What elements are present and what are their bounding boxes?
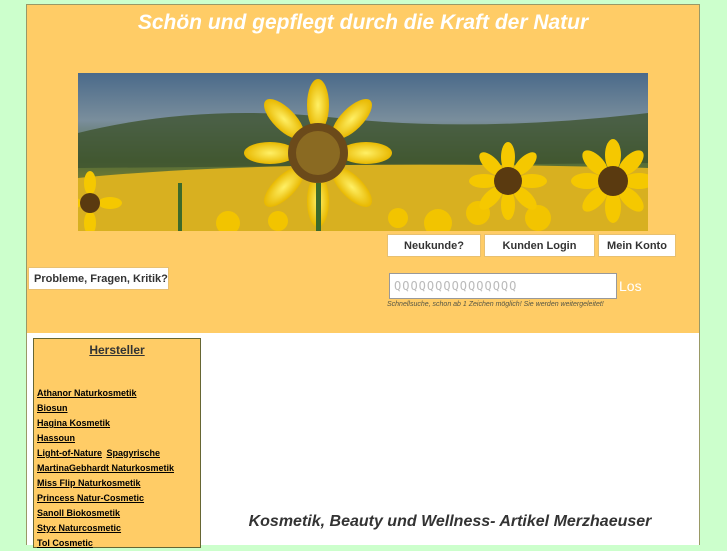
sunflower-banner [78,73,648,231]
brand-link[interactable]: Princess Natur-Cosmetic [37,493,144,503]
feedback-button[interactable]: Probleme, Fragen, Kritik? [28,267,169,290]
brand-link[interactable]: Styx Naturcosmetic [37,523,121,533]
brand-link[interactable]: Sanoll Biokosmetik [37,508,120,518]
search-go-button[interactable]: Los [619,275,642,297]
brand-link[interactable]: Light-of-Nature [37,448,102,458]
sidebar-title: Hersteller [89,343,145,357]
list-item: Tol Cosmetic [37,536,174,548]
account-button[interactable]: Mein Konto [598,234,676,257]
list-item: Hassoun [37,431,174,443]
search-input[interactable]: QQQQQQQQQQQQQQQ [389,273,617,299]
manufacturer-sidebar: Hersteller Athanor Naturkosmetik Biosun … [33,338,201,548]
brand-link[interactable]: MartinaGebhardt Naturkosmetik [37,463,174,473]
list-item: Hagina Kosmetik [37,416,174,428]
content-area: Hersteller Athanor Naturkosmetik Biosun … [26,333,700,548]
list-item: Miss Flip Naturkosmetik [37,476,174,488]
new-customer-button[interactable]: Neukunde? [387,234,481,257]
list-item: Biosun [37,401,174,413]
brand-list: Athanor Naturkosmetik Biosun Hagina Kosm… [37,386,174,551]
header: Schön und gepflegt durch die Kraft der N… [26,4,700,334]
brand-link[interactable]: Spagyrische [106,448,160,458]
brand-link[interactable]: Tol Cosmetic [37,538,93,548]
brand-link[interactable]: Hassoun [37,433,75,443]
list-item: Light-of-Nature Spagyrische [37,446,174,458]
login-button[interactable]: Kunden Login [484,234,595,257]
list-item: Athanor Naturkosmetik [37,386,174,398]
list-item: Styx Naturcosmetic [37,521,174,533]
list-item: Sanoll Biokosmetik [37,506,174,518]
brand-link[interactable]: Hagina Kosmetik [37,418,110,428]
brand-link[interactable]: Athanor Naturkosmetik [37,388,137,398]
list-item: MartinaGebhardt Naturkosmetik [37,461,174,473]
site-title: Schön und gepflegt durch die Kraft der N… [137,11,589,34]
brand-link[interactable]: Biosun [37,403,68,413]
search-hint: Schnellsuche, schon ab 1 Zeichen möglich… [387,301,604,308]
brand-link[interactable]: Miss Flip Naturkosmetik [37,478,141,488]
list-item: Princess Natur-Cosmetic [37,491,174,503]
main-heading: Kosmetik, Beauty und Wellness- Artikel M… [248,513,652,530]
